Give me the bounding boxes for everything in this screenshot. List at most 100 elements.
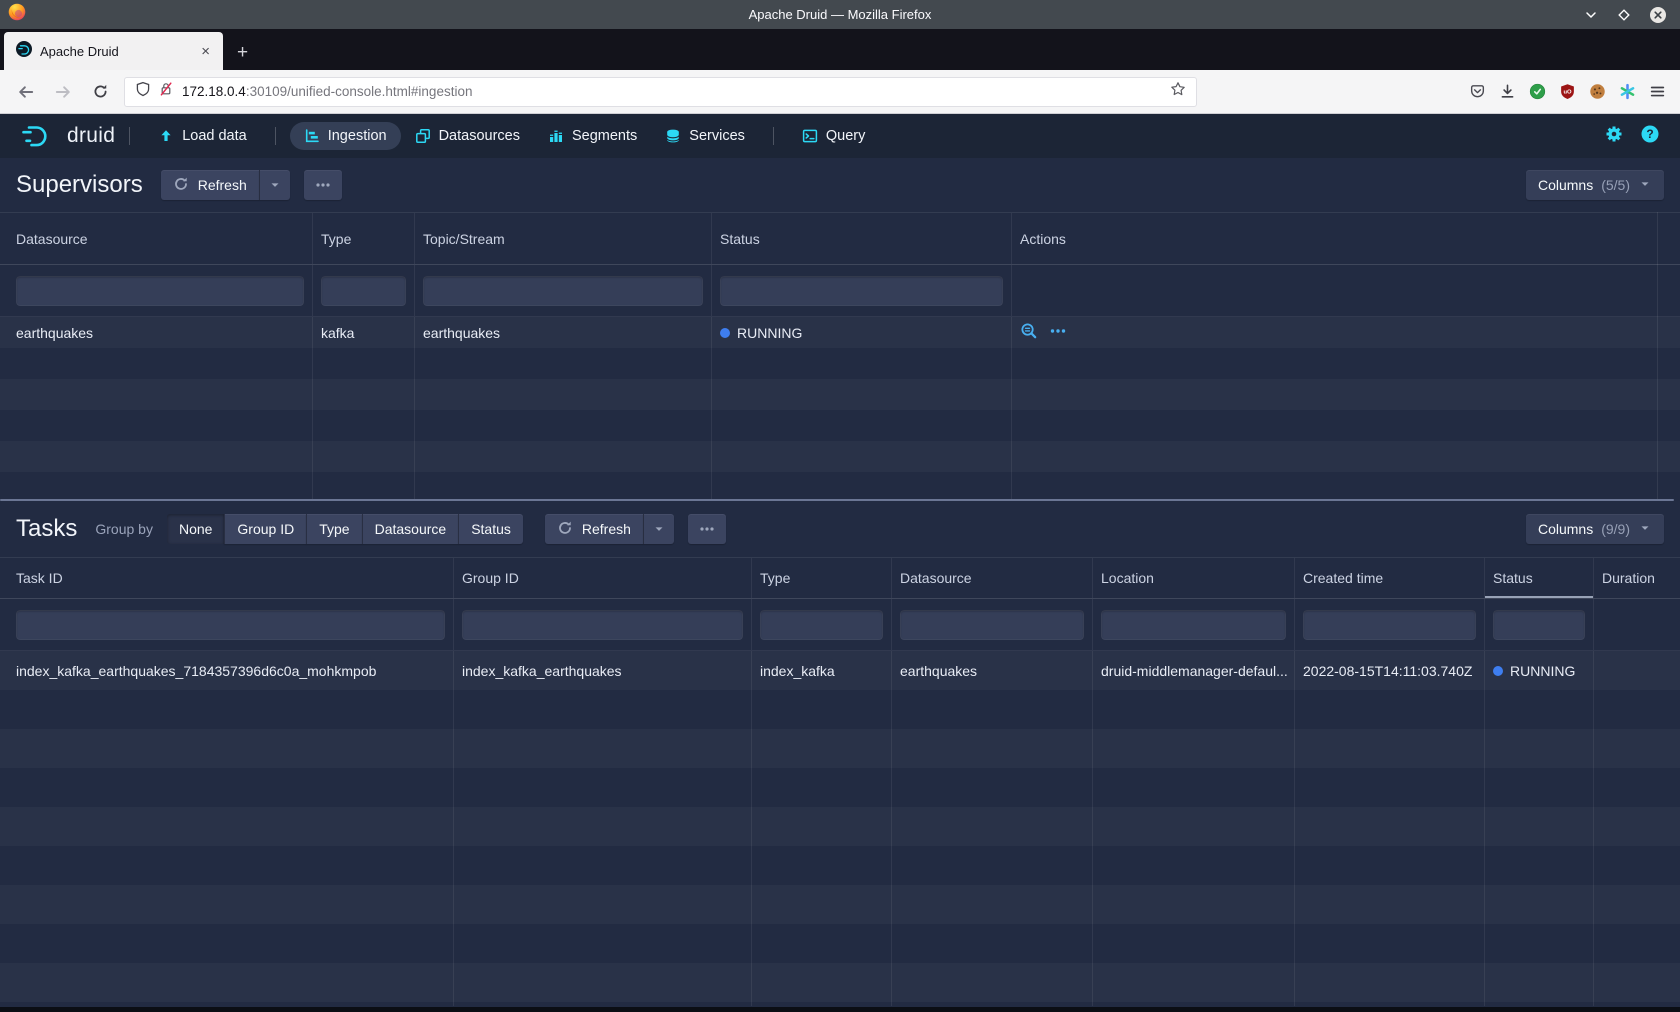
tasks-columns-button[interactable]: Columns (9/9)	[1526, 514, 1664, 544]
download-icon[interactable]	[1499, 83, 1516, 100]
type-filter-input[interactable]	[760, 610, 883, 640]
reload-button[interactable]	[86, 78, 114, 106]
row-more-actions-icon[interactable]	[1049, 322, 1067, 343]
druid-logo[interactable]: druid	[20, 123, 115, 149]
task-location: druid-middlemanager-defaul...	[1093, 651, 1295, 690]
supervisors-table: Datasource Type Topic/Stream Status Acti…	[0, 212, 1680, 499]
group-by-group-id-button[interactable]: Group ID	[224, 514, 306, 544]
column-header-topic-stream[interactable]: Topic/Stream	[415, 213, 712, 264]
task-status: RUNNING	[1485, 651, 1594, 690]
tasks-refresh-button[interactable]: Refresh	[545, 514, 643, 544]
window-title: Apache Druid — Mozilla Firefox	[0, 7, 1680, 22]
bookmark-star-icon[interactable]	[1170, 81, 1186, 102]
datasource-filter-input[interactable]	[900, 610, 1084, 640]
supervisor-row[interactable]: earthquakes kafka earthquakes RUNNING	[0, 317, 1680, 348]
datasource-filter-input[interactable]	[16, 276, 304, 306]
topic-stream-filter-input[interactable]	[423, 276, 703, 306]
console-content: Supervisors Refresh Columns (5/5) Dataso…	[0, 158, 1680, 1007]
nav-item-datasources[interactable]: Datasources	[401, 122, 534, 150]
empty-table-row	[0, 410, 1680, 441]
extension-icon-green[interactable]	[1529, 83, 1546, 100]
pocket-icon[interactable]	[1469, 83, 1486, 100]
group-id-filter-input[interactable]	[462, 610, 743, 640]
inspect-magnifier-icon[interactable]	[1020, 322, 1038, 343]
group-by-none-button[interactable]: None	[167, 514, 224, 544]
nav-item-load-data[interactable]: Load data	[144, 122, 261, 150]
nav-separator	[129, 127, 130, 145]
tasks-refresh-caret-button[interactable]	[643, 514, 674, 544]
supervisors-refresh-button[interactable]: Refresh	[161, 170, 259, 200]
insecure-lock-icon[interactable]	[158, 81, 174, 102]
titlebar: Apache Druid — Mozilla Firefox	[0, 0, 1680, 29]
new-tab-button[interactable]: +	[237, 43, 248, 62]
column-header-datasource[interactable]: Datasource	[892, 558, 1093, 598]
task-row[interactable]: index_kafka_earthquakes_7184357396d6c0a_…	[0, 651, 1680, 690]
nav-item-services[interactable]: Services	[651, 122, 759, 150]
supervisors-refresh-caret-button[interactable]	[259, 170, 290, 200]
tasks-table-header: Task ID Group ID Type Datasource Locatio…	[0, 557, 1680, 599]
nav-item-ingestion[interactable]: Ingestion	[290, 122, 401, 150]
maximize-button[interactable]	[1616, 7, 1632, 23]
group-by-datasource-button[interactable]: Datasource	[362, 514, 459, 544]
column-header-created-time[interactable]: Created time	[1295, 558, 1485, 598]
column-header-group-id[interactable]: Group ID	[454, 558, 752, 598]
created-time-filter-input[interactable]	[1303, 610, 1476, 640]
group-by-button-group: None Group ID Type Datasource Status	[167, 514, 523, 544]
tasks-filter-row	[0, 599, 1680, 651]
column-header-task-id[interactable]: Task ID	[0, 558, 454, 598]
tab-favicon	[16, 41, 32, 62]
group-by-type-button[interactable]: Type	[306, 514, 361, 544]
menu-hamburger-icon[interactable]	[1649, 83, 1666, 100]
url-text: 172.18.0.4:30109/unified-console.html#in…	[182, 84, 1170, 99]
nav-item-query[interactable]: Query	[788, 122, 880, 150]
load-data-icon	[158, 128, 174, 144]
query-icon	[802, 128, 818, 144]
services-icon	[665, 128, 681, 144]
task-created-time: 2022-08-15T14:11:03.740Z	[1295, 651, 1485, 690]
url-field[interactable]: 172.18.0.4:30109/unified-console.html#in…	[124, 77, 1197, 107]
chevron-down-icon	[1638, 521, 1652, 538]
column-header-type[interactable]: Type	[313, 213, 415, 264]
supervisors-columns-button[interactable]: Columns (5/5)	[1526, 170, 1664, 200]
task-id-filter-input[interactable]	[16, 610, 445, 640]
column-header-duration[interactable]: Duration	[1594, 558, 1680, 598]
column-header-location[interactable]: Location	[1093, 558, 1295, 598]
shield-icon[interactable]	[135, 81, 151, 102]
status-filter-input[interactable]	[720, 276, 1003, 306]
asterisk-extension-icon[interactable]	[1619, 83, 1636, 100]
back-button[interactable]	[12, 78, 40, 106]
task-type: index_kafka	[752, 651, 892, 690]
supervisor-status: RUNNING	[712, 317, 1012, 348]
location-filter-input[interactable]	[1101, 610, 1286, 640]
tab-bar: Apache Druid × +	[0, 29, 1680, 70]
empty-table-row	[0, 379, 1680, 410]
empty-table-row	[0, 348, 1680, 379]
column-header-actions: Actions	[1012, 213, 1680, 264]
tab-apache-druid[interactable]: Apache Druid ×	[4, 32, 223, 70]
empty-table-row	[0, 729, 1680, 768]
close-button[interactable]	[1649, 6, 1667, 24]
status-filter-input[interactable]	[1493, 610, 1585, 640]
column-header-status-sorted[interactable]: Status	[1485, 558, 1594, 598]
tab-close-icon[interactable]: ×	[197, 42, 214, 61]
column-header-datasource[interactable]: Datasource	[0, 213, 313, 264]
tasks-more-button[interactable]	[688, 514, 726, 544]
refresh-icon	[557, 520, 573, 539]
supervisors-title: Supervisors	[16, 171, 143, 199]
forward-button[interactable]	[49, 78, 77, 106]
type-filter-input[interactable]	[321, 276, 406, 306]
cookie-extension-icon[interactable]	[1589, 83, 1606, 100]
column-header-status[interactable]: Status	[712, 213, 1012, 264]
ublock-icon[interactable]: uO	[1559, 83, 1576, 100]
column-header-type[interactable]: Type	[752, 558, 892, 598]
chevron-down-icon	[1638, 177, 1652, 194]
settings-gear-icon[interactable]	[1604, 124, 1624, 148]
supervisors-more-button[interactable]	[304, 170, 342, 200]
supervisor-datasource: earthquakes	[0, 317, 313, 348]
tasks-header: Tasks Group by None Group ID Type Dataso…	[0, 501, 1680, 557]
group-by-status-button[interactable]: Status	[458, 514, 523, 544]
minimize-button[interactable]	[1583, 7, 1599, 23]
help-icon[interactable]: ?	[1640, 124, 1660, 148]
nav-item-segments[interactable]: Segments	[534, 122, 651, 150]
empty-table-row	[0, 1002, 1680, 1006]
